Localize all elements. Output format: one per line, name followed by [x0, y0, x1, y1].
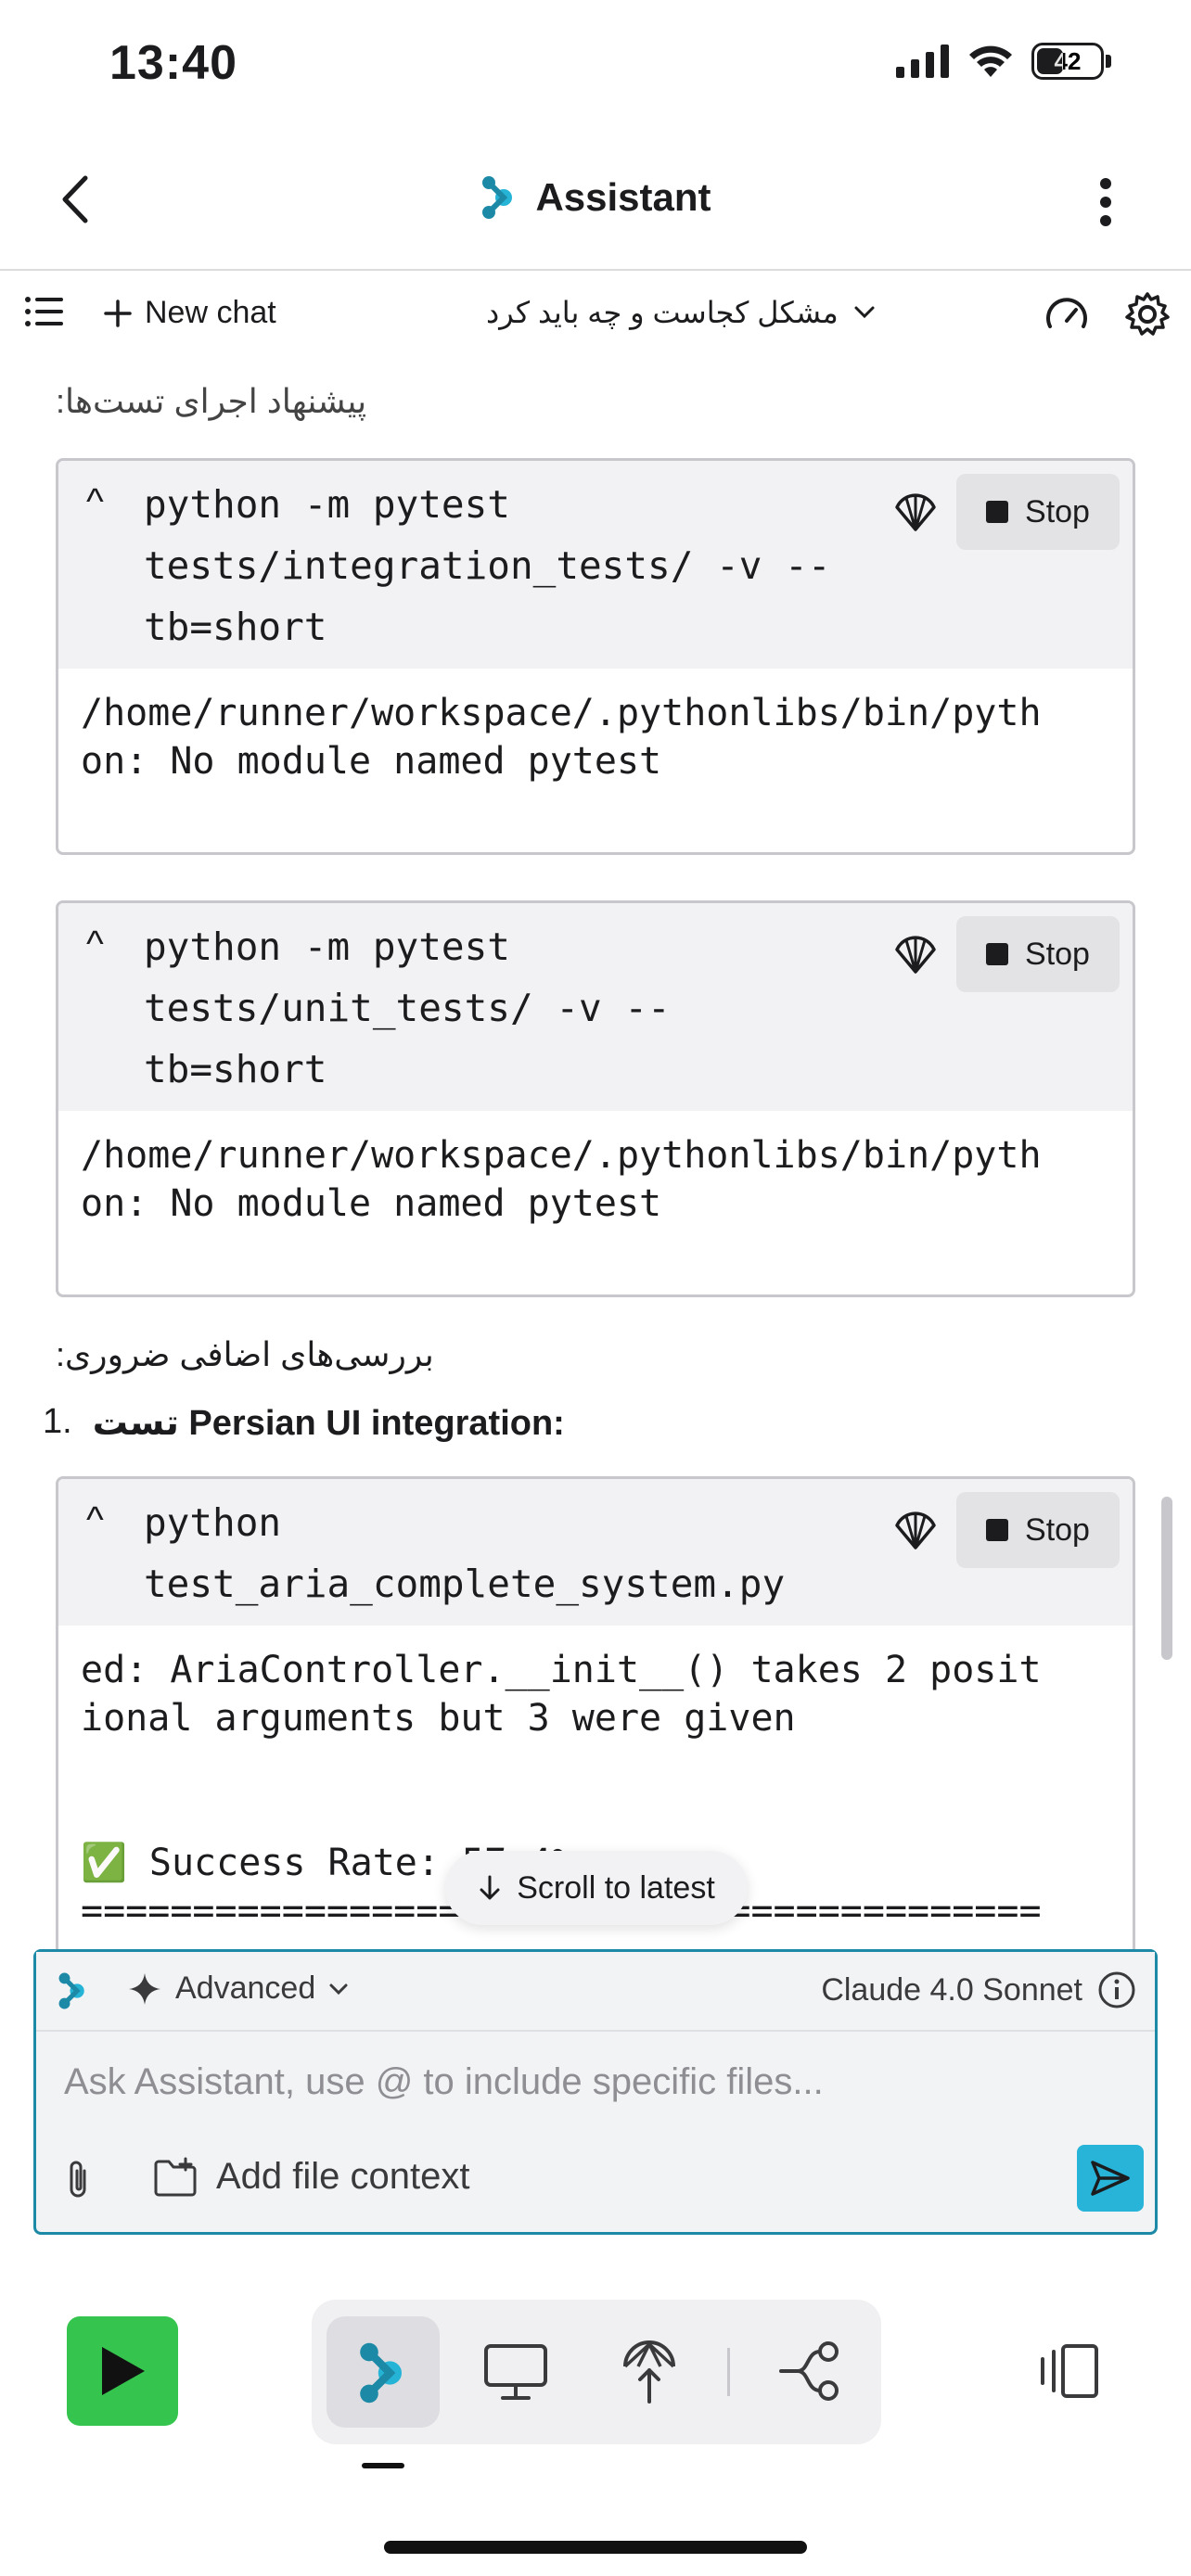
gauge-icon: [1046, 298, 1087, 328]
chat-title-dropdown[interactable]: مشکل کجاست و چه باید کرد: [486, 295, 876, 330]
battery-level: 42: [1054, 46, 1082, 75]
extra-heading: بررسی‌های اضافی ضروری:: [56, 1335, 434, 1373]
header-title-group: Assistant: [0, 174, 1191, 221]
shell-icon: [895, 1511, 936, 1549]
caret-up-icon[interactable]: ^: [86, 481, 104, 523]
layout-toggle-button[interactable]: [1035, 2342, 1102, 2404]
deploy-icon: [623, 2340, 675, 2404]
assistant-logo-icon: [360, 2342, 402, 2404]
arrow-down-icon: [480, 1875, 500, 1900]
tool-card: ^ python -m pytest tests/unit_tests/ -v …: [56, 900, 1135, 1297]
add-context-label: Add file context: [216, 2156, 470, 2197]
list-item-text: تست Persian UI integration:: [92, 1404, 565, 1443]
scroll-to-latest-button[interactable]: Scroll to latest: [445, 1851, 748, 1925]
mode-label: Advanced: [175, 1970, 316, 2006]
home-indicator[interactable]: [384, 2541, 807, 2554]
composer: Advanced Claude 4.0 Sonnet Ask Assistant…: [33, 1949, 1158, 2235]
dock-workflow-tab[interactable]: [777, 2340, 842, 2406]
model-selector[interactable]: Claude 4.0 Sonnet: [821, 1970, 1136, 2009]
shell-icon: [895, 936, 936, 974]
play-icon: [102, 2347, 145, 2395]
tool-output: /home/runner/workspace/.pythonlibs/bin/p…: [81, 692, 1042, 783]
sparkle-icon: [129, 1972, 160, 2005]
stop-button[interactable]: Stop: [956, 916, 1120, 992]
add-file-context-button[interactable]: Add file context: [153, 2156, 470, 2198]
list-icon: [25, 297, 63, 326]
chevron-down-icon: [854, 306, 875, 319]
model-label: Claude 4.0 Sonnet: [821, 1971, 1082, 2008]
dock-preview-tab[interactable]: [482, 2342, 549, 2406]
monitor-icon: [484, 2344, 547, 2400]
status-icons: 42: [896, 43, 1111, 80]
new-chat-button[interactable]: New chat: [104, 295, 276, 331]
mode-dropdown[interactable]: Advanced: [127, 1970, 349, 2007]
stop-icon: [986, 943, 1009, 965]
run-button[interactable]: [67, 2316, 178, 2426]
tool-output: /home/runner/workspace/.pythonlibs/bin/p…: [81, 1134, 1042, 1225]
shell-icon: [895, 493, 936, 531]
chat-list-button[interactable]: [24, 295, 65, 328]
caret-up-icon[interactable]: ^: [86, 924, 104, 965]
page-title: Assistant: [535, 175, 711, 219]
list-item: 1. تست Persian UI integration:: [43, 1402, 565, 1444]
active-tab-indicator: [362, 2463, 404, 2468]
message-input[interactable]: Ask Assistant, use @ to include specific…: [64, 2061, 824, 2103]
stop-icon: [986, 1519, 1009, 1541]
folder-plus-icon: [154, 2157, 197, 2196]
more-vertical-icon: [1100, 178, 1111, 226]
dock-divider: [727, 2348, 730, 2396]
attach-button[interactable]: [64, 2158, 92, 2205]
info-icon[interactable]: [1097, 1970, 1136, 2009]
composer-header: Advanced Claude 4.0 Sonnet: [36, 1952, 1155, 2032]
list-number: 1.: [43, 1402, 72, 1441]
status-time: 13:40: [109, 36, 237, 90]
send-button[interactable]: [1077, 2145, 1144, 2212]
send-icon: [1091, 2161, 1130, 2196]
paperclip-icon: [70, 2161, 86, 2198]
new-chat-label: New chat: [145, 295, 276, 330]
tool-card-header[interactable]: ^ python -m pytest tests/unit_tests/ -v …: [58, 903, 1133, 1111]
settings-button[interactable]: [1124, 291, 1171, 342]
stop-button[interactable]: Stop: [956, 474, 1120, 550]
dock-assistant-tab[interactable]: [356, 2340, 408, 2410]
more-options-button[interactable]: [1095, 176, 1117, 233]
assistant-logo-icon: [482, 176, 513, 219]
chevron-down-icon: [329, 1983, 348, 1995]
chat-title: مشکل کجاست و چه باید کرد: [486, 296, 839, 329]
caret-up-icon[interactable]: ^: [86, 1499, 104, 1541]
dock-deploy-tab[interactable]: [621, 2337, 677, 2410]
plus-icon: [104, 299, 132, 327]
assistant-logo-icon: [58, 1972, 84, 2009]
workflow-icon: [779, 2341, 839, 2401]
gear-icon: [1125, 292, 1170, 336]
cellular-signal-icon: [896, 45, 949, 78]
battery-icon: 42: [1031, 43, 1111, 80]
tool-card-header[interactable]: ^ python test_aria_complete_system.py St…: [58, 1479, 1133, 1626]
scrollbar[interactable]: [1161, 1497, 1172, 1660]
tool-card: ^ python -m pytest tests/integration_tes…: [56, 458, 1135, 855]
tool-card-header[interactable]: ^ python -m pytest tests/integration_tes…: [58, 461, 1133, 669]
speed-gauge-button[interactable]: [1044, 293, 1089, 342]
panels-icon: [1041, 2344, 1098, 2398]
stop-icon: [986, 501, 1009, 523]
stop-button[interactable]: Stop: [956, 1492, 1120, 1568]
intro-text: پیشنهاد اجرای تست‌ها:: [56, 382, 367, 420]
wifi-icon: [969, 45, 1012, 77]
